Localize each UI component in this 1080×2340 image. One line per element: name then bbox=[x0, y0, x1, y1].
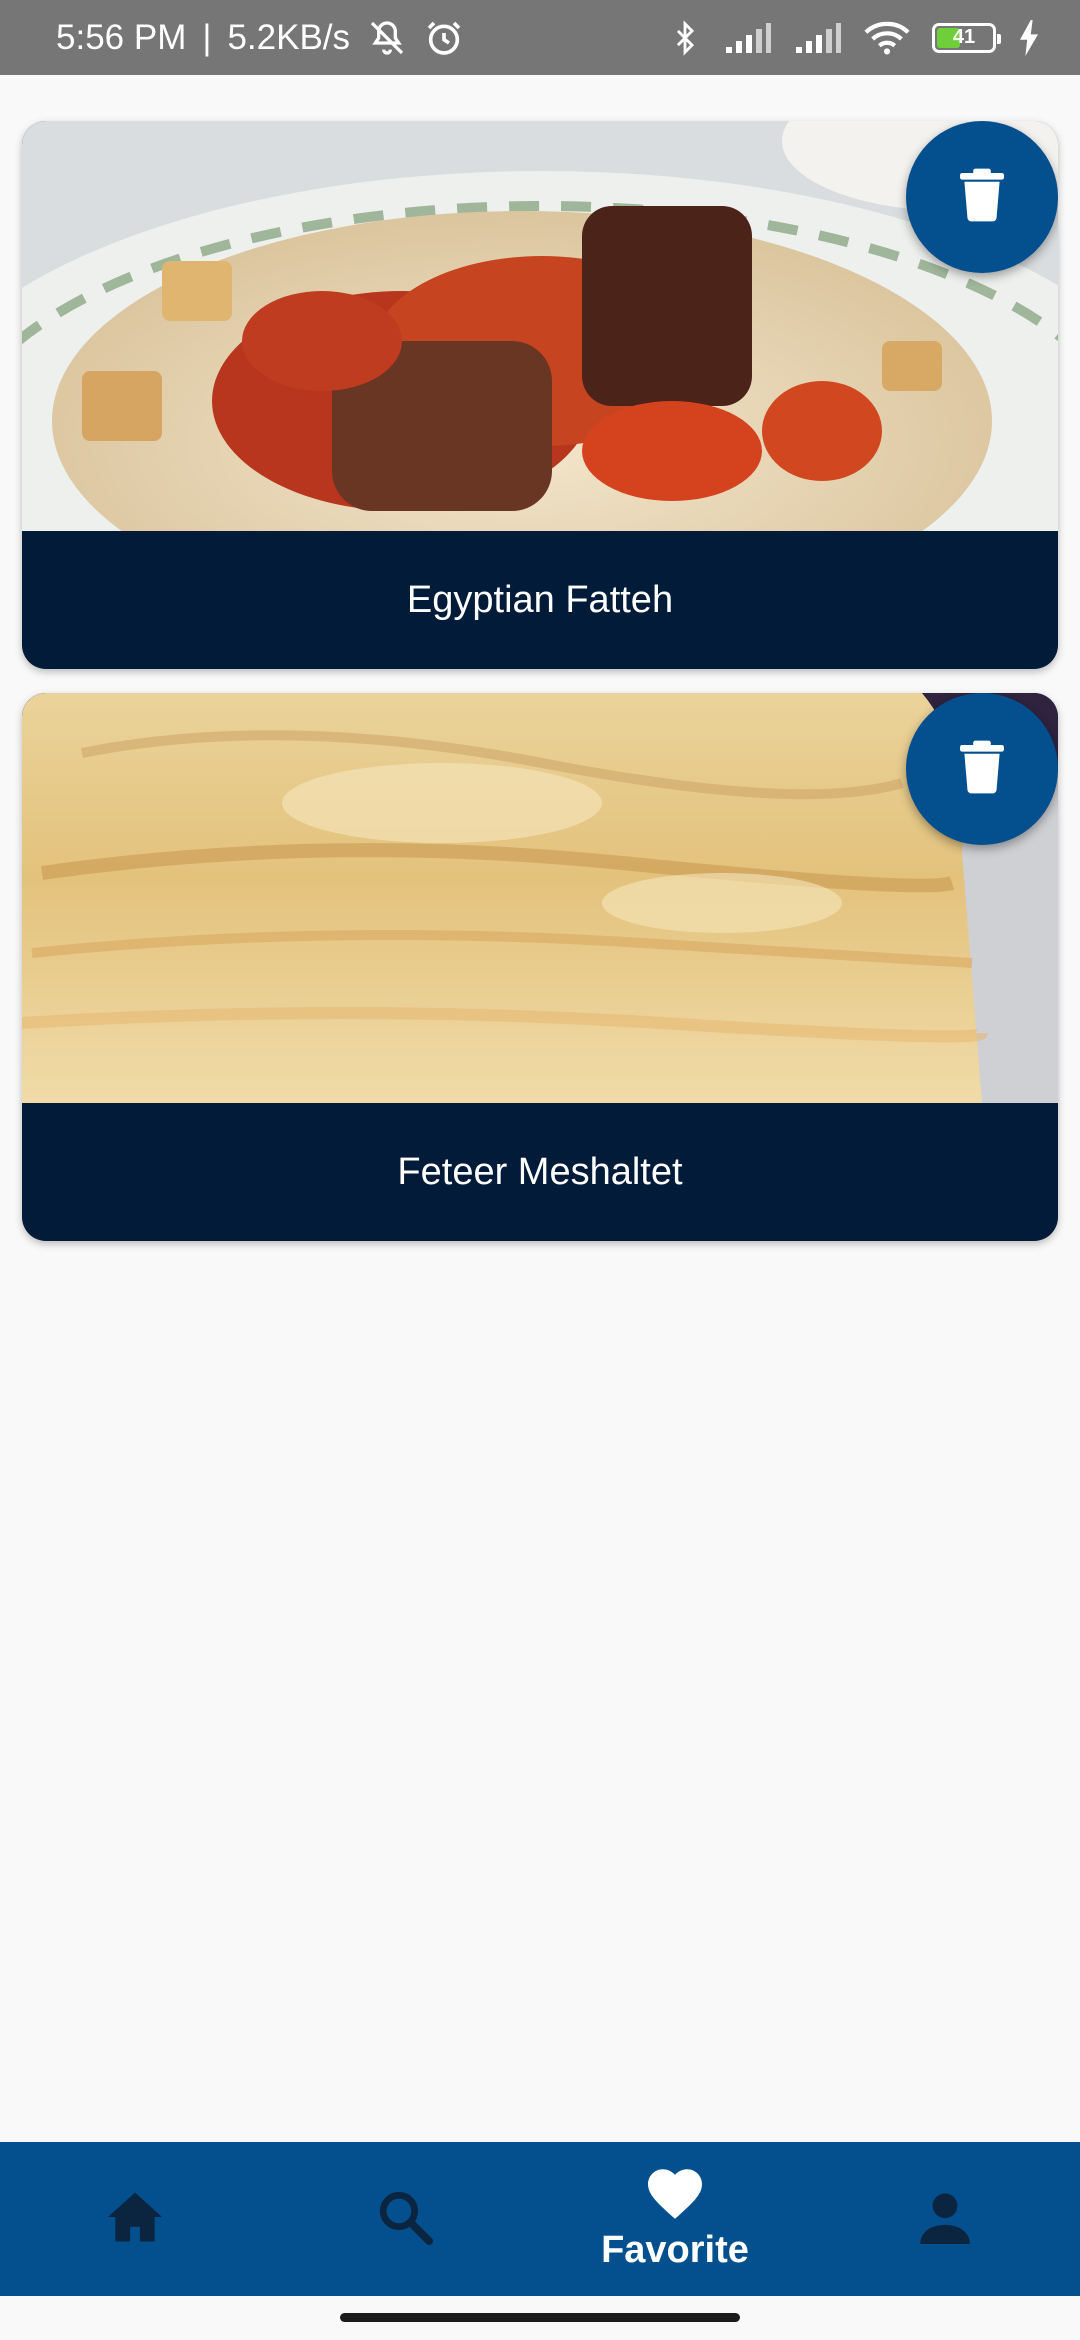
nav-item-home[interactable] bbox=[0, 2142, 270, 2296]
status-separator: | bbox=[202, 17, 212, 57]
battery-icon: 41 bbox=[932, 22, 1001, 53]
search-icon bbox=[376, 2188, 434, 2251]
heart-icon bbox=[645, 2166, 705, 2225]
status-right: 41 bbox=[668, 18, 1040, 58]
nav-item-favorite[interactable]: Favorite bbox=[540, 2142, 810, 2296]
favorite-card[interactable]: Feteer Meshaltet bbox=[22, 693, 1058, 1241]
delete-favorite-button[interactable] bbox=[906, 121, 1058, 273]
person-icon bbox=[918, 2190, 972, 2249]
favorite-card-title: Feteer Meshaltet bbox=[22, 1103, 1058, 1241]
bottom-navigation: Favorite bbox=[0, 2142, 1080, 2296]
status-left: 5:56 PM | 5.2KB/s bbox=[56, 18, 464, 58]
favorite-title-text: Feteer Meshaltet bbox=[397, 1150, 683, 1193]
food-image-egyptian-fatteh[interactable] bbox=[22, 121, 1058, 531]
home-indicator[interactable] bbox=[340, 2313, 740, 2322]
bluetooth-icon bbox=[668, 18, 702, 58]
favorite-card-title: Egyptian Fatteh bbox=[22, 531, 1058, 669]
battery-level: 41 bbox=[952, 26, 976, 48]
nav-label-favorite: Favorite bbox=[601, 2229, 749, 2271]
alarm-icon bbox=[424, 18, 464, 58]
favorites-screen: 5:56 PM | 5.2KB/s 41 Egyptian Fatteh Fet… bbox=[0, 0, 1080, 2340]
status-network-speed: 5.2KB/s bbox=[227, 17, 351, 57]
status-bar: 5:56 PM | 5.2KB/s 41 bbox=[0, 0, 1080, 75]
nav-item-profile[interactable] bbox=[810, 2142, 1080, 2296]
favorite-card[interactable]: Egyptian Fatteh bbox=[22, 121, 1058, 669]
signal-icon-sim2 bbox=[794, 21, 842, 55]
food-image-feteer-meshaltet[interactable] bbox=[22, 693, 1058, 1103]
signal-icon-sim1 bbox=[724, 21, 772, 55]
charging-icon bbox=[1018, 19, 1040, 56]
status-time: 5:56 PM bbox=[56, 17, 187, 57]
delete-favorite-button[interactable] bbox=[906, 693, 1058, 845]
bell-muted-icon bbox=[366, 18, 408, 58]
nav-item-search[interactable] bbox=[270, 2142, 540, 2296]
trash-icon bbox=[960, 168, 1004, 227]
home-icon bbox=[105, 2190, 165, 2249]
favorite-title-text: Egyptian Fatteh bbox=[406, 578, 674, 621]
wifi-icon bbox=[864, 20, 910, 56]
trash-icon bbox=[960, 740, 1004, 799]
